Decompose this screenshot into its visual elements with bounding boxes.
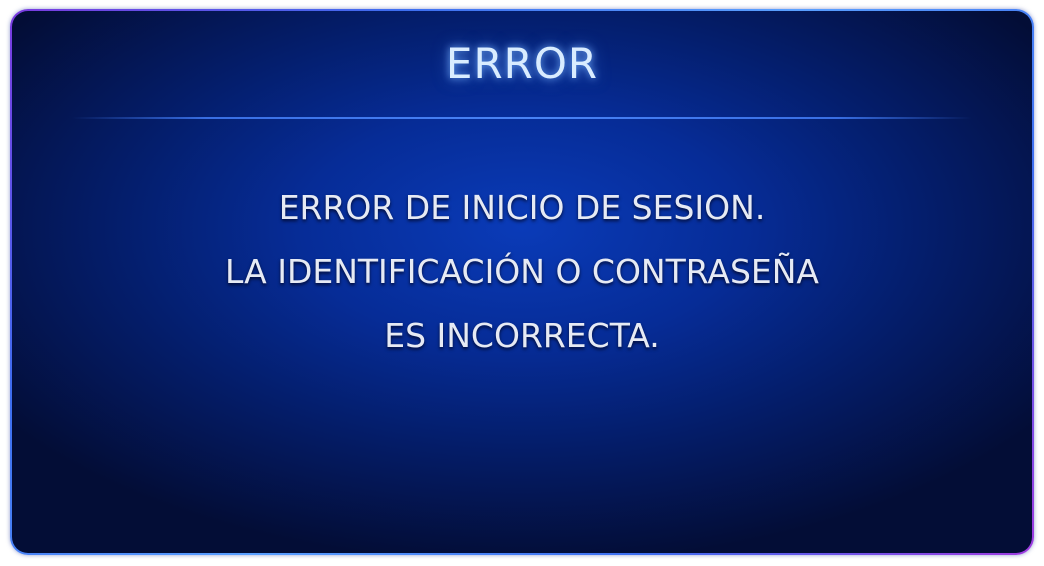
error-message: ERROR DE INICIO DE SESION. LA IDENTIFICA… [12, 176, 1032, 368]
error-message-line: ES INCORRECTA. [384, 316, 660, 355]
error-message-line: LA IDENTIFICACIÓN O CONTRASEÑA [225, 252, 819, 291]
title-divider [72, 117, 972, 119]
error-dialog: ERROR ERROR DE INICIO DE SESION. LA IDEN… [10, 9, 1034, 555]
error-message-line: ERROR DE INICIO DE SESION. [278, 188, 766, 227]
dialog-title: ERROR [445, 39, 599, 88]
